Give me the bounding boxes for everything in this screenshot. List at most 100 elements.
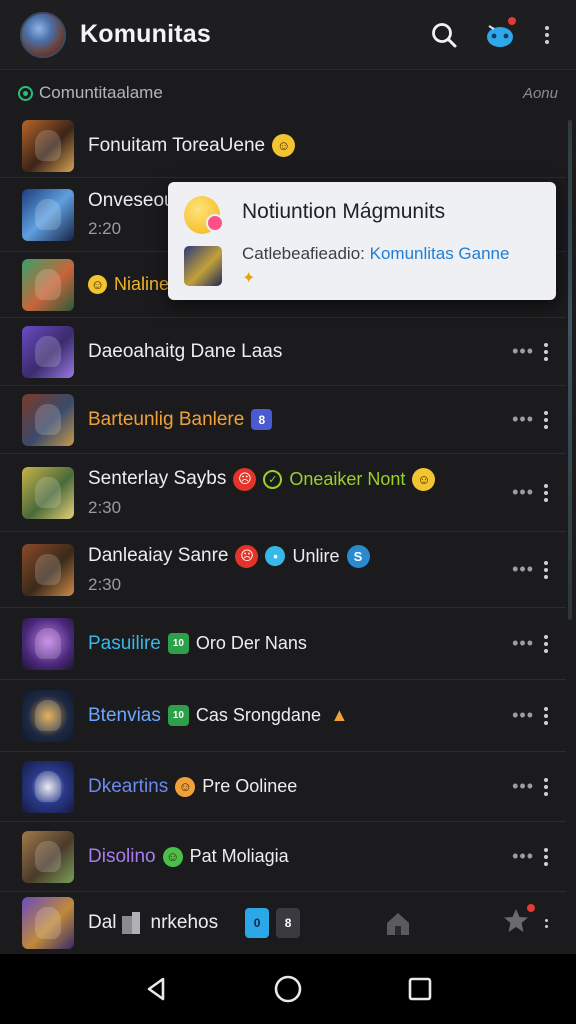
emoji-icon: ☺: [412, 467, 436, 491]
status-icon: ✓: [263, 469, 283, 489]
item-tag: nrkehos: [150, 912, 219, 933]
list-item[interactable]: Btenvias 10 Cas Srongdane ▲ •••: [0, 680, 566, 752]
bookmark-icon: [121, 912, 140, 934]
more-ellipsis-icon: •••: [512, 341, 534, 361]
kebab-icon[interactable]: [540, 634, 552, 653]
more-ellipsis-icon: •••: [512, 705, 534, 725]
app-avatar[interactable]: [20, 11, 66, 58]
notification-dot: [506, 14, 518, 27]
item-title: Danleaiay Sanre: [88, 545, 229, 566]
more-ellipsis-icon: •••: [512, 482, 534, 502]
recents-button[interactable]: [396, 965, 444, 1013]
community-thumbnail: [22, 897, 74, 949]
item-title: Nialine: [114, 274, 170, 294]
game-thumbnail: [184, 246, 222, 286]
item-tag: Pre Oolinee: [202, 776, 298, 796]
kebab-icon[interactable]: [540, 410, 552, 429]
notification-popup[interactable]: Notiuntion Mágmunits Catlebeafieadio: Ko…: [168, 182, 556, 300]
community-thumbnail: [22, 543, 74, 596]
list-item[interactable]: Disolino ☺ Pat Moliagia •••: [0, 822, 566, 892]
section-action[interactable]: Aonu: [523, 85, 558, 102]
community-thumbnail: [22, 325, 74, 378]
popup-body: Catlebeafieadio: Komunlitas Ganne: [242, 244, 509, 264]
community-thumbnail: [22, 258, 74, 311]
list-item[interactable]: Senterlay Saybs ☹ ✓ Oneaiker Nont ☺ 2:30…: [0, 454, 566, 532]
kebab-icon[interactable]: [540, 847, 552, 866]
count-badge: 8: [251, 409, 273, 430]
emoji-icon: ☺: [88, 275, 107, 294]
angry-emoji-icon: ☹: [235, 544, 259, 568]
app-title: Komunitas: [80, 20, 211, 48]
kebab-icon[interactable]: [541, 918, 552, 928]
popup-title: Notiuntion Mágmunits: [242, 200, 446, 223]
kebab-icon[interactable]: [540, 342, 552, 361]
list-item[interactable]: Dal nrkehos 0 8: [0, 892, 566, 954]
item-title: Daeoahaitg Dane Laas: [88, 340, 283, 362]
item-time: 2:30: [88, 497, 122, 517]
list-item[interactable]: Danleaiay Sanre ☹ • Unlire S 2:30 •••: [0, 532, 566, 608]
system-nav-bar: [0, 954, 576, 1024]
community-thumbnail: [22, 689, 74, 742]
community-thumbnail: [22, 760, 74, 813]
more-ellipsis-icon: •••: [512, 559, 534, 579]
sparkle-icon: ✦: [242, 270, 256, 287]
popup-body-text: Catlebeafieadio:: [242, 244, 365, 263]
count-badge: 0: [245, 908, 270, 938]
item-title: Btenvias: [88, 704, 161, 726]
angry-emoji-icon: ☹: [233, 467, 257, 491]
item-tag: Unlire: [292, 545, 340, 566]
item-title: Disolino: [88, 845, 156, 867]
item-tag: Cas Srongdane: [195, 705, 321, 725]
item-tag: Oro Der Nans: [195, 633, 307, 653]
item-tag: Oneaiker Nont: [289, 468, 406, 489]
app-bar: Komunitas: [0, 0, 576, 70]
community-thumbnail: [22, 830, 74, 883]
community-thumbnail: [22, 119, 74, 172]
home-icon[interactable]: [383, 908, 413, 938]
item-title: Dkeartins: [88, 775, 169, 797]
item-title: Pasuilire: [88, 632, 161, 654]
emoji-icon: ☺: [175, 776, 196, 797]
kebab-icon[interactable]: [540, 560, 552, 579]
item-title: Senterlay Saybs: [88, 468, 227, 489]
item-title: Dal: [88, 912, 117, 933]
online-status-icon: [18, 85, 33, 101]
fire-icon: ▲: [330, 705, 349, 725]
more-ellipsis-icon: •••: [512, 776, 534, 796]
kebab-icon[interactable]: [540, 706, 552, 725]
kebab-icon[interactable]: [540, 777, 552, 796]
list-item[interactable]: Pasuilire 10 Oro Der Nans •••: [0, 608, 566, 680]
home-circle-icon: [274, 975, 302, 1003]
recents-square-icon: [408, 977, 432, 1001]
community-thumbnail: [22, 188, 74, 241]
kebab-icon: [541, 25, 553, 44]
back-button[interactable]: [132, 965, 180, 1013]
list-item[interactable]: Daeoahaitg Dane Laas •••: [0, 318, 566, 386]
list-item[interactable]: Fonuitam ToreaUene ☺: [0, 114, 566, 178]
section-label: Comuntitaalame: [39, 83, 163, 102]
kebab-icon[interactable]: [540, 483, 552, 502]
item-time: 2:30: [88, 574, 122, 594]
list-item[interactable]: Dkeartins ☺ Pre Oolinee •••: [0, 752, 566, 822]
count-badge: 8: [276, 908, 301, 938]
scrollbar[interactable]: [568, 120, 572, 620]
sync-icon: S: [346, 544, 370, 568]
notifications-button[interactable]: [480, 14, 520, 55]
more-ellipsis-icon: •••: [512, 846, 534, 866]
list-item[interactable]: Barteunlig Banlere 8 •••: [0, 386, 566, 454]
search-button[interactable]: [424, 15, 464, 55]
section-header: Comuntitaalame Aonu: [0, 72, 576, 114]
item-tag: Pat Moliagia: [189, 846, 289, 866]
community-thumbnail: [22, 466, 74, 519]
home-button[interactable]: [264, 965, 312, 1013]
item-title: Barteunlig Banlere: [88, 408, 245, 430]
search-icon: [432, 22, 457, 47]
chat-bubble-icon: •: [265, 546, 286, 566]
overflow-menu-button[interactable]: [536, 15, 558, 55]
notification-dot: [525, 901, 537, 914]
community-thumbnail: [22, 617, 74, 670]
emoji-icon: ☺: [162, 846, 183, 867]
more-ellipsis-icon: •••: [512, 633, 534, 653]
more-ellipsis-icon: •••: [512, 409, 534, 429]
popup-link[interactable]: Komunlitas Ganne: [370, 244, 510, 263]
